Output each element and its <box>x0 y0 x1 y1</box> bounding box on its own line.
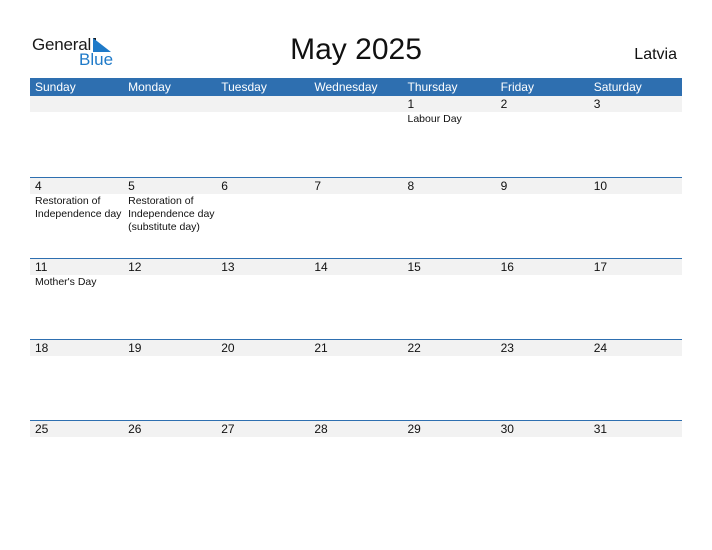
week-row: 1 Labour Day 2 3 <box>30 96 682 177</box>
weekday-monday: Monday <box>128 80 171 94</box>
day-number: 26 <box>128 422 142 436</box>
day-number: 2 <box>500 97 508 111</box>
day-cell: 24 <box>589 340 682 420</box>
day-cell: 21 <box>309 340 402 420</box>
day-number <box>314 96 402 112</box>
day-number: 31 <box>593 422 608 436</box>
day-cell: 9 <box>496 178 589 258</box>
day-number: 15 <box>407 260 421 274</box>
holiday-label: Restoration of Independence day <box>35 195 122 220</box>
day-cell: 15 <box>403 259 496 339</box>
day-cell: 20 <box>216 340 309 420</box>
day-cell: 27 <box>216 421 309 501</box>
day-cell: 25 <box>30 421 123 501</box>
week-row: 11 Mother's Day 12 13 14 15 16 17 <box>30 258 682 339</box>
day-cell: 16 <box>496 259 589 339</box>
day-number: 9 <box>500 179 508 193</box>
week-cells: 11 Mother's Day 12 13 14 15 16 17 <box>30 259 682 339</box>
week-row: 18 19 20 21 22 23 24 <box>30 339 682 420</box>
day-number: 10 <box>593 179 608 193</box>
day-number: 25 <box>35 422 49 436</box>
week-cells: 1 Labour Day 2 3 <box>30 96 682 177</box>
day-cell: 7 <box>309 178 402 258</box>
day-number: 12 <box>128 260 142 274</box>
weekday-header: Sunday Monday Tuesday Wednesday Thursday… <box>30 78 682 96</box>
day-cell: 8 <box>403 178 496 258</box>
day-number: 7 <box>314 179 322 193</box>
day-cell: 4 Restoration of Independence day <box>30 178 123 258</box>
day-cell: 26 <box>123 421 216 501</box>
day-number: 23 <box>500 341 514 355</box>
day-number <box>221 96 309 112</box>
week-cells: 18 19 20 21 22 23 24 <box>30 340 682 420</box>
holiday-label: Labour Day <box>407 113 462 125</box>
day-number: 17 <box>593 260 608 274</box>
day-number: 8 <box>407 179 415 193</box>
day-cell: 12 <box>123 259 216 339</box>
week-cells: 4 Restoration of Independence day 5 Restora… <box>30 178 682 258</box>
day-number: 21 <box>314 341 328 355</box>
day-cell <box>309 96 402 177</box>
day-cell: 1 Labour Day <box>403 96 496 177</box>
day-cell: 10 <box>589 178 682 258</box>
week-cells: 25 26 27 28 29 30 31 <box>30 421 682 501</box>
weekday-saturday: Saturday <box>593 80 642 94</box>
day-number: 13 <box>221 260 235 274</box>
day-cell: 14 <box>309 259 402 339</box>
day-cell: 18 <box>30 340 123 420</box>
weeks-container: 1 Labour Day 2 3 4 Restoration of Independenc… <box>30 96 682 501</box>
day-cell: 5 Restoration of Independence day (substi… <box>123 178 216 258</box>
day-number: 16 <box>500 260 514 274</box>
day-number: 28 <box>314 422 328 436</box>
day-number: 3 <box>593 97 601 111</box>
day-cell: 23 <box>496 340 589 420</box>
day-cell <box>216 96 309 177</box>
day-number: 4 <box>35 179 42 193</box>
day-number: 18 <box>35 341 49 355</box>
day-cell: 29 <box>403 421 496 501</box>
day-cell: 31 <box>589 421 682 501</box>
day-number: 20 <box>221 341 235 355</box>
day-cell: 22 <box>403 340 496 420</box>
day-number <box>128 96 216 112</box>
day-cell: 19 <box>123 340 216 420</box>
day-cell: 28 <box>309 421 402 501</box>
week-row: 25 26 27 28 29 30 31 <box>30 420 682 501</box>
day-cell: 13 <box>216 259 309 339</box>
weekday-sunday: Sunday <box>35 80 76 94</box>
day-number: 6 <box>221 179 228 193</box>
calendar-grid: Sunday Monday Tuesday Wednesday Thursday… <box>30 78 682 501</box>
weekday-friday: Friday <box>500 80 534 94</box>
weekday-thursday: Thursday <box>407 80 458 94</box>
day-number: 30 <box>500 422 514 436</box>
holiday-label: Mother's Day <box>35 276 97 288</box>
day-cell <box>123 96 216 177</box>
country-label: Latvia <box>634 46 677 63</box>
day-cell: 17 <box>589 259 682 339</box>
day-number: 22 <box>407 341 421 355</box>
weekday-wednesday: Wednesday <box>314 80 378 94</box>
day-cell: 6 <box>216 178 309 258</box>
day-number: 11 <box>35 260 48 274</box>
day-number: 14 <box>314 260 328 274</box>
day-number <box>35 96 123 112</box>
weekday-tuesday: Tuesday <box>221 80 267 94</box>
day-number: 19 <box>128 341 142 355</box>
day-number: 29 <box>407 422 421 436</box>
day-number: 27 <box>221 422 235 436</box>
day-number: 24 <box>593 341 608 355</box>
day-cell: 2 <box>496 96 589 177</box>
calendar-title: May 2025 <box>290 33 422 66</box>
day-cell: 3 <box>589 96 682 177</box>
holiday-label: Restoration of Independence day (substit… <box>128 195 215 233</box>
day-cell <box>30 96 123 177</box>
day-number: 1 <box>407 97 415 111</box>
week-row: 4 Restoration of Independence day 5 Restora… <box>30 177 682 258</box>
day-number: 5 <box>128 179 135 193</box>
day-cell: 11 Mother's Day <box>30 259 123 339</box>
day-cell: 30 <box>496 421 589 501</box>
